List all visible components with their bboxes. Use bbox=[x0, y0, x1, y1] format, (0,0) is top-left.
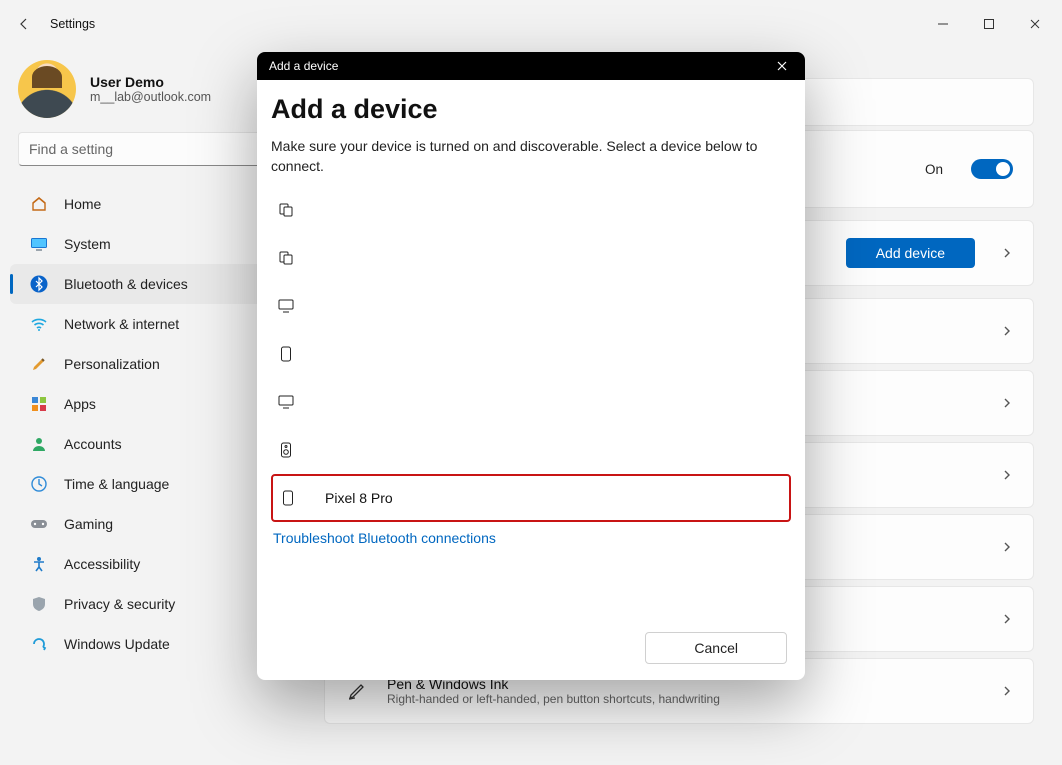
monitor-icon bbox=[277, 393, 295, 411]
device-list: Pixel 8 Pro bbox=[271, 186, 791, 522]
device-row[interactable] bbox=[271, 426, 791, 474]
monitor-icon bbox=[277, 297, 295, 315]
troubleshoot-link[interactable]: Troubleshoot Bluetooth connections bbox=[271, 522, 791, 546]
device-row[interactable] bbox=[271, 234, 791, 282]
add-device-modal: Add a device Add a device Make sure your… bbox=[257, 52, 805, 680]
modal-titlebar: Add a device bbox=[257, 52, 805, 80]
device-row[interactable] bbox=[271, 186, 791, 234]
modal-close-button[interactable] bbox=[771, 55, 793, 77]
device-row[interactable] bbox=[271, 330, 791, 378]
device-row[interactable] bbox=[271, 378, 791, 426]
device-generic-icon bbox=[277, 201, 295, 219]
device-row-pixel-8-pro[interactable]: Pixel 8 Pro bbox=[271, 474, 791, 522]
speaker-icon bbox=[277, 441, 295, 459]
modal-description: Make sure your device is turned on and d… bbox=[271, 137, 791, 176]
device-row[interactable] bbox=[271, 282, 791, 330]
modal-overlay: Add a device Add a device Make sure your… bbox=[0, 0, 1062, 765]
phone-icon bbox=[277, 345, 295, 363]
cancel-button[interactable]: Cancel bbox=[645, 632, 787, 664]
device-label: Pixel 8 Pro bbox=[325, 490, 393, 506]
modal-heading: Add a device bbox=[271, 94, 791, 125]
modal-titlebar-text: Add a device bbox=[269, 59, 338, 73]
phone-icon bbox=[279, 489, 297, 507]
device-generic-icon bbox=[277, 249, 295, 267]
